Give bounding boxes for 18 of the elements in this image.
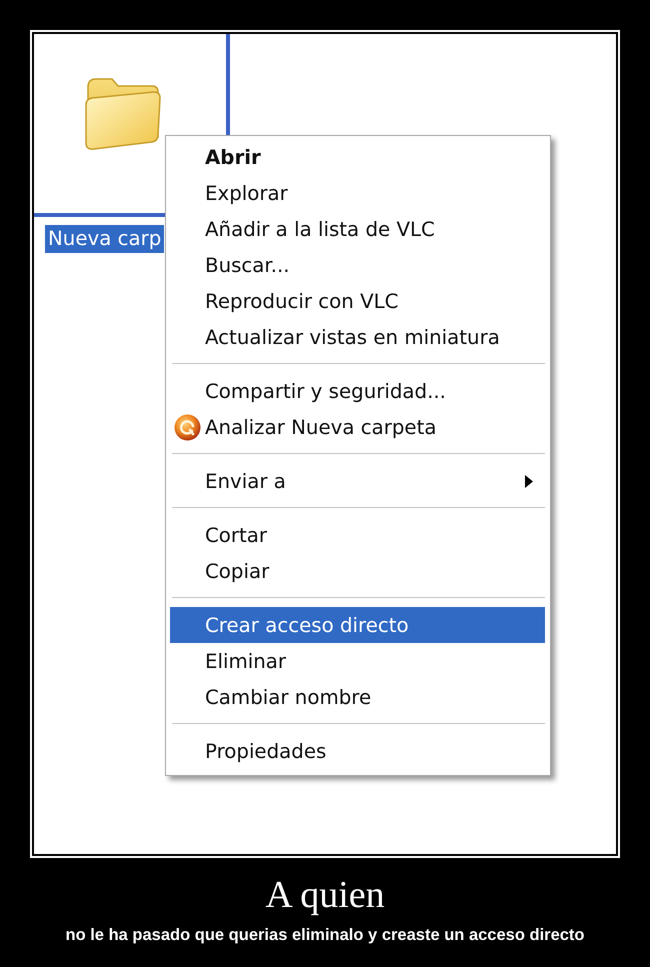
menu-item[interactable]: Explorar bbox=[170, 175, 545, 211]
menu-item[interactable]: Propiedades bbox=[170, 733, 545, 769]
menu-item[interactable]: Cortar bbox=[170, 517, 545, 553]
menu-item[interactable]: Abrir bbox=[170, 139, 545, 175]
poster-caption: no le ha pasado que querias eliminalo y creaste un acceso directo bbox=[65, 925, 585, 945]
menu-item[interactable]: Añadir a la lista de VLC bbox=[170, 211, 545, 247]
menu-item[interactable]: Crear acceso directo bbox=[170, 607, 545, 643]
menu-item[interactable]: Compartir y seguridad... bbox=[170, 373, 545, 409]
folder-name-label[interactable]: Nueva carp bbox=[45, 225, 164, 253]
menu-item[interactable]: Reproducir con VLC bbox=[170, 283, 545, 319]
menu-item[interactable]: Enviar a bbox=[170, 463, 545, 499]
menu-item[interactable]: Eliminar bbox=[170, 643, 545, 679]
menu-item[interactable]: Actualizar vistas en miniatura bbox=[170, 319, 545, 355]
menu-item[interactable]: Cambiar nombre bbox=[170, 679, 545, 715]
menu-item[interactable]: Buscar... bbox=[170, 247, 545, 283]
menu-item[interactable]: Copiar bbox=[170, 553, 545, 589]
poster-title: A quien bbox=[265, 873, 385, 917]
menu-item[interactable]: Analizar Nueva carpeta bbox=[170, 409, 545, 445]
